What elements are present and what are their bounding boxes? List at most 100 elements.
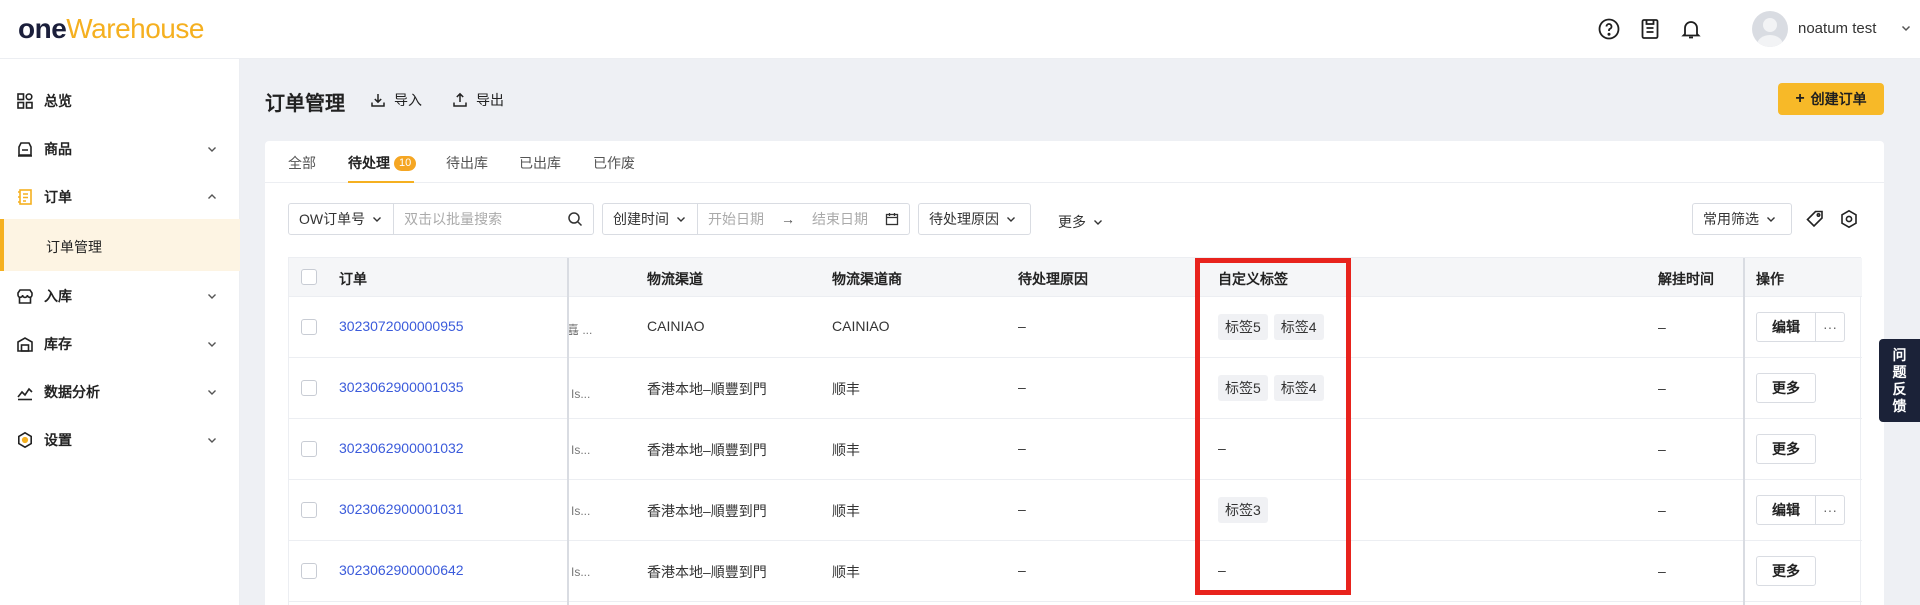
analytics-icon: [17, 387, 33, 401]
sidebar-item-label: 商品: [44, 141, 72, 157]
sidebar-item-label: 数据分析: [44, 384, 100, 400]
help-icon[interactable]: [1597, 17, 1621, 41]
unhold-time-cell: –: [1658, 563, 1666, 579]
unhold-time-cell: –: [1658, 380, 1666, 396]
plus-icon: +: [1795, 90, 1805, 107]
tab-all[interactable]: 全部: [288, 153, 316, 173]
gear-icon[interactable]: [1839, 209, 1859, 229]
search-icon[interactable]: [567, 211, 583, 227]
common-filter-select[interactable]: 常用筛选: [1692, 203, 1792, 235]
count-badge: 10: [394, 156, 417, 171]
truncated-cell: Is...: [571, 504, 591, 518]
channel-cell: 香港本地–順豐到門: [647, 503, 767, 519]
sidebar-item-settings[interactable]: 设置: [0, 418, 240, 462]
order-number-link[interactable]: 3023062900001032: [339, 440, 464, 456]
tab-shipped[interactable]: 已出库: [519, 153, 561, 173]
chevron-down-icon: [208, 342, 216, 347]
carrier-cell: 顺丰: [832, 442, 860, 458]
feedback-button[interactable]: 问 题 反 馈: [1879, 339, 1920, 422]
import-button[interactable]: 导入: [370, 90, 422, 110]
order-search-group: OW订单号 双击以批量搜索: [288, 203, 594, 235]
more-button[interactable]: 更多: [1756, 373, 1816, 403]
dashboard-icon: [17, 93, 33, 109]
avatar[interactable]: [1752, 11, 1788, 47]
sidebar-subitem-order-management[interactable]: 订单管理: [0, 219, 240, 271]
order-number-link[interactable]: 3023072000000955: [339, 318, 464, 334]
tab-pending[interactable]: 待处理 10: [348, 153, 417, 173]
time-field-select[interactable]: 创建时间: [603, 204, 697, 234]
tab-awaiting-outbound[interactable]: 待出库: [446, 153, 488, 173]
active-indicator: [0, 219, 4, 271]
tag-icon[interactable]: [1805, 209, 1825, 229]
table-row: 3023072000000955 嚞 ... CAINIAO CAINIAO –…: [289, 297, 1862, 358]
create-order-button[interactable]: + 创建订单: [1778, 83, 1884, 115]
logo[interactable]: oneWarehouse: [18, 12, 204, 46]
row-checkbox[interactable]: [301, 441, 317, 457]
table-row: 3023062900001035 Is... 香港本地–順豐到門 顺丰 – 标签…: [289, 358, 1862, 419]
sidebar-item-label: 设置: [44, 432, 72, 448]
orders-table: 订单 物流渠道 物流渠道商 待处理原因 自定义标签 解挂时间 操作 302307…: [288, 257, 1862, 605]
order-field-select[interactable]: OW订单号: [289, 204, 393, 234]
date-range-group: 创建时间 开始日期 → 结束日期: [602, 203, 910, 235]
sidebar: 总览 商品 订单 订单管理 入库 库存 数据分析 设置: [0, 59, 240, 605]
order-number-link[interactable]: 3023062900000642: [339, 562, 464, 578]
order-number-link[interactable]: 3023062900001031: [339, 501, 464, 517]
table-header: 订单 物流渠道 物流渠道商 待处理原因 自定义标签 解挂时间 操作: [289, 258, 1862, 297]
carrier-cell: 顺丰: [832, 381, 860, 397]
sidebar-item-overview[interactable]: 总览: [0, 79, 240, 123]
unhold-time-cell: –: [1658, 319, 1666, 335]
sidebar-item-inventory[interactable]: 库存: [0, 322, 240, 366]
start-date-field: 开始日期: [708, 211, 764, 227]
more-button[interactable]: 更多: [1756, 556, 1816, 586]
username[interactable]: noatum test: [1798, 20, 1876, 37]
status-tabs: 全部 待处理 10 待出库 已出库 已作废: [265, 141, 1884, 183]
truncated-cell: Is...: [571, 443, 591, 457]
row-checkbox[interactable]: [301, 319, 317, 335]
reason-cell: –: [1018, 379, 1026, 395]
select-all-checkbox[interactable]: [301, 269, 317, 285]
chevron-down-icon[interactable]: [1900, 22, 1912, 34]
tab-voided[interactable]: 已作废: [593, 153, 635, 173]
highlight-box: [1195, 258, 1351, 595]
chevron-up-icon: [208, 194, 216, 199]
unhold-time-cell: –: [1658, 441, 1666, 457]
sidebar-item-label: 入库: [44, 288, 72, 304]
order-number-link[interactable]: 3023062900001035: [339, 379, 464, 395]
channel-cell: 香港本地–順豐到門: [647, 381, 767, 397]
sidebar-item-orders[interactable]: 订单: [0, 175, 240, 219]
calendar-icon: [885, 213, 899, 226]
row-checkbox[interactable]: [301, 380, 317, 396]
top-bar: oneWarehouse noatum test: [0, 0, 1920, 59]
page-title: 订单管理: [265, 93, 345, 115]
sidebar-item-inbound[interactable]: 入库: [0, 274, 240, 318]
settings-icon: [18, 431, 32, 449]
more-actions-icon[interactable]: ···: [1815, 312, 1845, 342]
search-input[interactable]: 双击以批量搜索: [394, 209, 593, 229]
chevron-down-icon: [1094, 220, 1102, 225]
row-checkbox[interactable]: [301, 502, 317, 518]
more-filters-button[interactable]: 更多: [1058, 212, 1104, 232]
chevron-down-icon: [208, 147, 216, 152]
chevron-down-icon: [1767, 217, 1775, 222]
product-icon: [18, 142, 32, 157]
row-checkbox[interactable]: [301, 563, 317, 579]
truncated-cell: Is...: [571, 565, 591, 579]
date-range-picker[interactable]: 开始日期 → 结束日期: [698, 209, 909, 229]
reason-cell: –: [1018, 440, 1026, 456]
sidebar-item-analytics[interactable]: 数据分析: [0, 370, 240, 414]
edit-button[interactable]: 编辑: [1756, 495, 1816, 525]
clipboard-icon[interactable]: [1638, 17, 1662, 41]
more-button[interactable]: 更多: [1756, 434, 1816, 464]
table-row: 3023062900000642 Is... 香港本地–順豐到門 顺丰 – – …: [289, 541, 1862, 602]
carrier-cell: 顺丰: [832, 503, 860, 519]
sidebar-item-label: 总览: [44, 93, 72, 109]
channel-cell: 香港本地–順豐到門: [647, 442, 767, 458]
sidebar-item-products[interactable]: 商品: [0, 127, 240, 171]
pending-reason-select[interactable]: 待处理原因: [918, 203, 1031, 235]
chevron-down-icon: [208, 390, 216, 395]
export-button[interactable]: 导出: [452, 90, 504, 110]
export-icon: [453, 92, 467, 107]
edit-button[interactable]: 编辑: [1756, 312, 1816, 342]
more-actions-icon[interactable]: ···: [1815, 495, 1845, 525]
bell-icon[interactable]: [1679, 17, 1703, 41]
